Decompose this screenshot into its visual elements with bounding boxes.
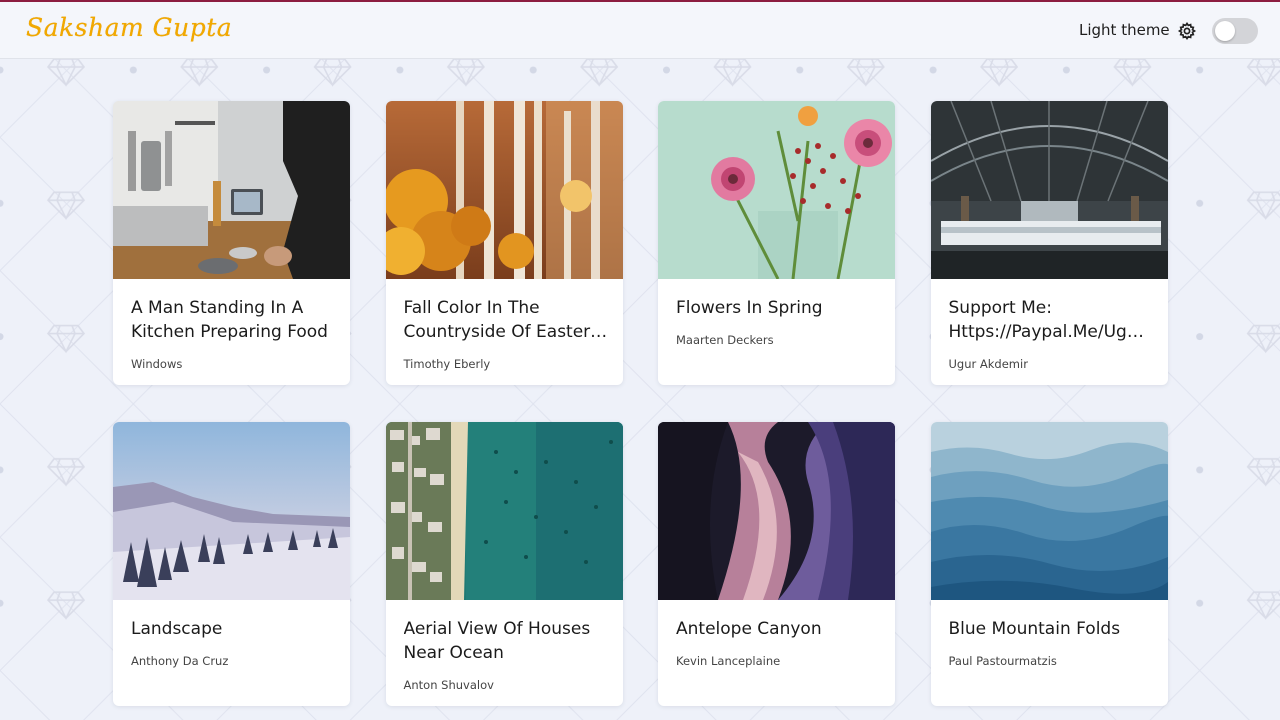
- card-image: [385, 421, 623, 600]
- card-title: Aerial View Of Houses Near Ocean: [403, 618, 591, 663]
- gear-icon[interactable]: [1177, 21, 1197, 41]
- card-author: Timothy Eberly: [403, 357, 491, 371]
- card-title: A Man Standing In A Kitchen Preparing Fo…: [131, 298, 328, 342]
- card-title: Blue Mountain Folds: [948, 618, 1121, 639]
- photo-card[interactable]: A Man Standing In A Kitchen Preparing Fo…: [113, 101, 350, 385]
- top-bar: Saksham Gupta Light theme: [0, 0, 1280, 59]
- theme-label: Light theme: [1079, 21, 1170, 39]
- card-image: [113, 421, 350, 600]
- card-title: Support Me: Https://Paypal.Me/Ug…: [948, 298, 1144, 342]
- card-title: Fall Color In The Countryside Of Easter…: [403, 298, 608, 342]
- card-author: Anton Shuvalov: [403, 677, 494, 692]
- card-author: Anthony Da Cruz: [131, 653, 229, 668]
- photo-card[interactable]: Fall Color In The Countryside Of Easter……: [385, 101, 623, 385]
- card-image: [930, 101, 1168, 279]
- toggle-knob: [1215, 21, 1235, 41]
- card-image: [930, 421, 1168, 600]
- photo-card[interactable]: Landscape Anthony Da Cruz: [113, 421, 350, 706]
- brand-logo[interactable]: Saksham Gupta: [26, 13, 232, 42]
- card-title: Landscape: [131, 618, 223, 639]
- photo-card[interactable]: Blue Mountain Folds Paul Pastourmatzis: [930, 421, 1168, 706]
- photo-card[interactable]: Flowers In Spring Maarten Deckers: [658, 101, 895, 385]
- theme-toggle[interactable]: [1212, 18, 1258, 44]
- photo-card[interactable]: Aerial View Of Houses Near Ocean Anton S…: [385, 421, 623, 706]
- card-image: [113, 101, 350, 279]
- photo-card[interactable]: Support Me: Https://Paypal.Me/Ug… Ugur A…: [930, 101, 1168, 385]
- card-author: Windows: [131, 357, 183, 371]
- card-image: [658, 421, 895, 600]
- card-title: Flowers In Spring: [676, 298, 823, 318]
- card-image: [658, 101, 895, 279]
- card-author: Kevin Lanceplaine: [676, 653, 781, 668]
- photo-card[interactable]: Antelope Canyon Kevin Lanceplaine: [658, 421, 895, 706]
- card-author: Maarten Deckers: [676, 333, 774, 347]
- card-title: Antelope Canyon: [676, 618, 822, 639]
- card-author: Paul Pastourmatzis: [948, 653, 1057, 668]
- card-author: Ugur Akdemir: [948, 357, 1028, 371]
- card-image: [385, 101, 623, 279]
